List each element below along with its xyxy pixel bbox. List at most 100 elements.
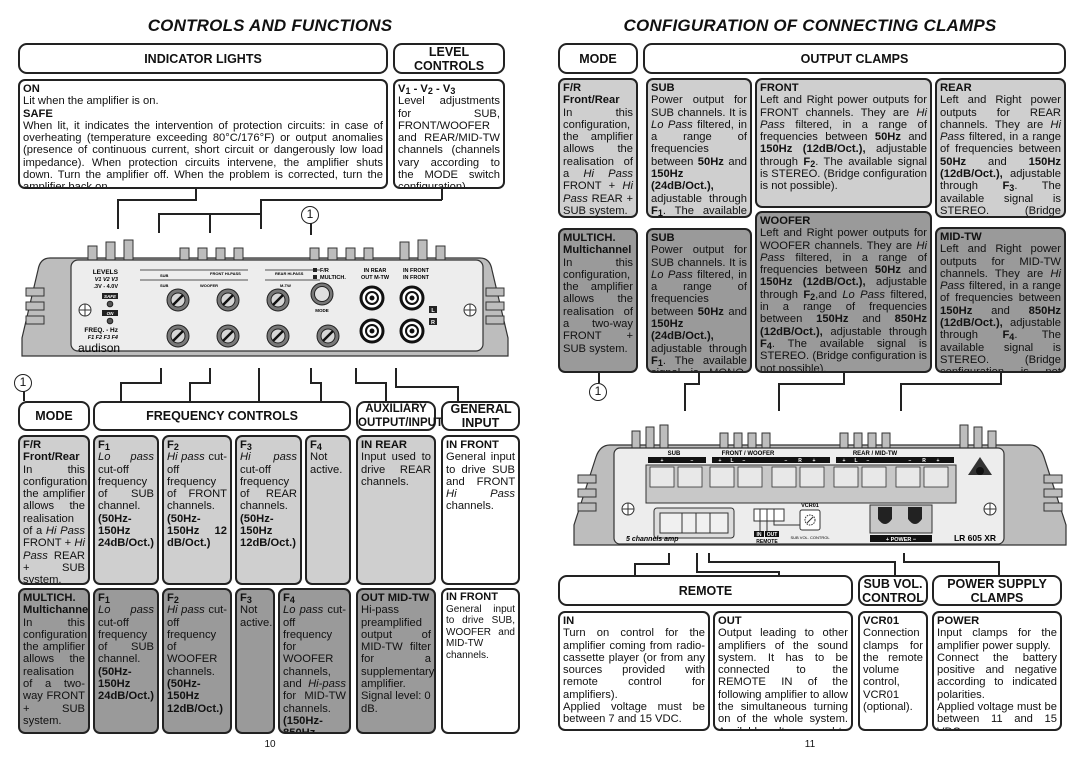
f3-fr-spec: (50Hz-150Hz 12dB/Oct.) bbox=[240, 512, 296, 550]
f2-fr-spec: (50Hz-150Hz 12 dB/Oct.) bbox=[167, 512, 227, 550]
rca-in-rear-l[interactable] bbox=[359, 285, 385, 311]
output-sub-fr-text3: adjustable through bbox=[651, 192, 747, 205]
levels-v-label: V1 V2 V3 bbox=[95, 277, 118, 283]
on-title: ON bbox=[23, 83, 40, 95]
general-in-front-multich-title: IN FRONT bbox=[446, 591, 498, 603]
f4-multich-em2: Hi-pass bbox=[308, 678, 346, 691]
on-led-icon bbox=[106, 317, 114, 325]
freq-label: FREQ. - Hz bbox=[84, 327, 118, 334]
out-mtw-label: OUT M-TW bbox=[361, 275, 390, 281]
output-front-box: FRONT Left and Right power outputs for F… bbox=[755, 78, 932, 208]
right-mode-fr-title: F/R bbox=[563, 82, 582, 94]
output-mtw-b1: 150Hz bbox=[940, 304, 973, 317]
f3-fr-text: cut-off frequency of REAR channels. bbox=[240, 463, 297, 513]
output-woofer-box: WOOFER Left and Right power outputs for … bbox=[755, 211, 932, 373]
f4-multich-em: Lo pass bbox=[283, 604, 324, 617]
knob-f4[interactable] bbox=[316, 324, 340, 348]
right-mode-fr-text-b: FRONT + bbox=[563, 180, 616, 193]
output-sub-fr-and: and bbox=[728, 155, 748, 168]
f1-multich-spec: (50Hz-150Hz 24dB/Oct.) bbox=[98, 665, 154, 703]
remote-out-text: Output leading to other amplifiers of th… bbox=[718, 627, 848, 729]
power-box: POWER Input clamps for the amplifier pow… bbox=[932, 611, 1062, 731]
header-mode-right: MODE bbox=[558, 43, 638, 74]
mode-fr-text-b: FRONT + bbox=[23, 537, 72, 550]
f1-multich-text: cut-off frequency of SUB channel. bbox=[98, 616, 154, 666]
output-woofer-b1: 50Hz bbox=[874, 264, 901, 277]
rear-r-pos: + bbox=[937, 458, 940, 464]
in-front-label-2: IN FRONT bbox=[403, 275, 430, 281]
general-in-front-text: General input to drive SUB and FRONT bbox=[446, 451, 515, 488]
band-mtw: M-TW bbox=[280, 283, 291, 288]
f2-fr-em: Hi pass bbox=[167, 451, 205, 464]
remote-terminal[interactable] bbox=[753, 508, 785, 522]
aux-in-rear-box: IN REAR Input used to drive REAR channel… bbox=[356, 435, 436, 585]
safe-text: When lit, it indicates the intervention … bbox=[23, 119, 383, 189]
header-indicator-lights: INDICATOR LIGHTS bbox=[18, 43, 388, 74]
rear-l-label: L bbox=[854, 458, 857, 464]
in-rear-label: IN REAR bbox=[364, 268, 387, 274]
f3-fr-box: F3 Hi pass cut-off frequency of REAR cha… bbox=[235, 435, 302, 585]
mode-button[interactable] bbox=[310, 282, 334, 306]
output-sub-fr-b1: 50Hz bbox=[697, 155, 724, 168]
knob-v3[interactable] bbox=[266, 288, 290, 312]
f4-fr-title: F4 bbox=[310, 439, 322, 452]
header-auxiliary: AUXILIARY OUTPUT/INPUT bbox=[356, 401, 443, 431]
right-mode-multich-box: MULTICH. Multichannel In this configurat… bbox=[558, 228, 638, 373]
output-rear-text: Left and Right power outputs for REAR ch… bbox=[940, 94, 1061, 131]
aux-in-rear-text: Input used to drive REAR channels. bbox=[361, 451, 431, 488]
right-mode-multich-text: In this configuration, the amplifier all… bbox=[563, 256, 633, 355]
power-title: POWER bbox=[937, 615, 980, 627]
f2-fr-box: F2 Hi pass cut-off frequency of FRONT ch… bbox=[162, 435, 232, 585]
group-sub-label: SUB bbox=[668, 451, 681, 457]
front-r-neg: − bbox=[785, 458, 788, 464]
f4-multich-box: F4 Lo pass cut-off frequency for WOOFER … bbox=[278, 588, 351, 734]
output-front-b1: 50Hz bbox=[874, 131, 901, 144]
output-sub-fr-text: Power output for SUB channels. It is bbox=[651, 94, 747, 119]
f4-fr-text: Not active. bbox=[310, 451, 343, 476]
knob-f3[interactable] bbox=[266, 324, 290, 348]
rear-l-neg: − bbox=[867, 458, 870, 464]
f1-fr-title: F1 bbox=[98, 439, 110, 452]
mode-fr-em: Hi Pass bbox=[45, 525, 85, 538]
output-woofer-text4: ,and bbox=[815, 288, 837, 301]
knob-f2[interactable] bbox=[216, 324, 240, 348]
output-sub-fr-box: SUB Power output for SUB channels. It is… bbox=[646, 78, 752, 218]
remote-out-box: OUT Output leading to other amplifiers o… bbox=[713, 611, 853, 731]
callout-marker-1-right: 1 bbox=[589, 383, 607, 401]
f1-multich-box: F1 Lo pass cut-off frequency of SUB chan… bbox=[93, 588, 159, 734]
rca-in-front-r[interactable] bbox=[399, 318, 425, 344]
rca-in-front-l[interactable] bbox=[399, 285, 425, 311]
knob-f1[interactable] bbox=[166, 324, 190, 348]
vcr01-title: VCR01 bbox=[863, 615, 900, 627]
output-sub-fr-em: Lo Pass bbox=[651, 118, 693, 131]
f2-multich-box: F2 Hi pass cut-off frequency of WOOFER c… bbox=[162, 588, 232, 734]
mode-fr-box: F/R Front/Rear In this configuration, th… bbox=[18, 435, 90, 585]
output-sub-multich-b1: 50Hz bbox=[697, 305, 724, 318]
knob-v2[interactable] bbox=[216, 288, 240, 312]
general-in-front-box: IN FRONT General input to drive SUB and … bbox=[441, 435, 520, 585]
rca-in-rear-r[interactable] bbox=[359, 318, 385, 344]
output-sub-fr-text4: . The available signal is MONO. (Mix L +… bbox=[662, 204, 747, 217]
output-woofer-text7: . The available signal is STEREO. (Bridg… bbox=[760, 337, 927, 373]
f1-fr-spec: (50Hz-150Hz 24dB/Oct.) bbox=[98, 512, 154, 550]
remote-in-text: Turn on control for the amplifier coming… bbox=[563, 627, 705, 701]
sub-neg: − bbox=[691, 458, 694, 464]
output-sub-multich-title: SUB bbox=[651, 232, 675, 244]
output-mtw-text: Left and Right power outputs for MID-TW … bbox=[940, 243, 1061, 280]
in-front-label-1: IN FRONT bbox=[403, 268, 430, 274]
sub-pos: + bbox=[661, 458, 664, 464]
group-rear-mtw-label: REAR / MID-TW bbox=[853, 451, 898, 457]
f2-multich-spec: (50Hz-150Hz 12dB/Oct.) bbox=[167, 678, 223, 715]
left-page-number: 10 bbox=[264, 739, 276, 750]
aux-in-rear-title: IN REAR bbox=[361, 439, 407, 451]
header-sub-vol-control: SUB VOL. CONTROL bbox=[858, 575, 928, 606]
right-mode-multich-title: MULTICH. bbox=[563, 232, 616, 244]
output-sub-multich-em: Lo Pass bbox=[651, 268, 693, 281]
output-sub-fr-b2: 150Hz (24dB/Oct.), bbox=[651, 168, 714, 193]
mode-multich-subtitle: Multichannel bbox=[23, 604, 90, 617]
band-sub-2: SUB bbox=[160, 283, 169, 288]
knob-v1[interactable] bbox=[166, 288, 190, 312]
model-label: LR 605 XR bbox=[954, 533, 996, 543]
output-woofer-em2: Lo Pass bbox=[842, 288, 885, 301]
output-woofer-text: Left and Right power outputs for WOOFER … bbox=[760, 227, 927, 252]
